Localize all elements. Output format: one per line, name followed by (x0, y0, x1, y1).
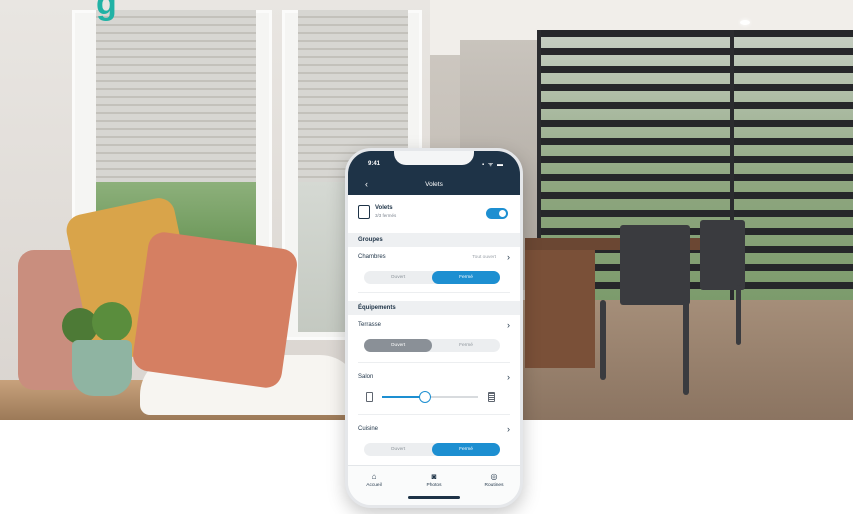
device-card-terrasse[interactable]: Terrasse › Ouvert Fermé (358, 319, 510, 363)
devices-heading: Équipements (348, 301, 520, 315)
tab-label: Routines (484, 483, 504, 488)
bottom-tab-bar: ⌂ Accueil ◙ Photos ◎ Routines (348, 465, 520, 505)
routines-icon: ◎ (490, 472, 498, 481)
tab-routines[interactable]: ◎ Routines (474, 472, 514, 488)
open-option[interactable]: Ouvert (364, 443, 432, 456)
device-name: Cuisine (358, 426, 379, 432)
shutter-position-slider[interactable] (366, 391, 496, 403)
shutters-master-toggle[interactable] (486, 208, 508, 219)
shutter-closed-icon (488, 392, 495, 402)
open-close-segment: Ouvert Fermé (364, 339, 500, 352)
table-leg (525, 250, 595, 368)
chevron-right-icon[interactable]: › (507, 372, 510, 382)
tab-accueil[interactable]: ⌂ Accueil (354, 472, 394, 488)
open-close-segment: Ouvert Fermé (364, 271, 500, 284)
tab-label: Accueil (366, 483, 382, 488)
chevron-right-icon[interactable]: › (507, 320, 510, 330)
status-time: 9:41 (368, 161, 381, 167)
home-indicator (408, 496, 460, 499)
groups-heading: Groupes (348, 233, 520, 247)
tab-label: Photos (426, 483, 442, 488)
shutters-name: Volets (375, 205, 393, 211)
group-name: Chambres (358, 254, 386, 260)
slider-knob[interactable] (419, 391, 432, 403)
open-option[interactable]: Ouvert (364, 271, 432, 284)
close-option[interactable]: Fermé (432, 443, 500, 456)
shutter-open-icon (366, 392, 373, 402)
device-name: Salon (358, 374, 374, 380)
marketing-scene: g 9:41 ▪︎ ᯤ ▬ ‹ Volets Volets 3/3 fermés… (0, 0, 853, 514)
chair (700, 220, 745, 290)
close-option[interactable]: Fermé (432, 271, 500, 284)
shutters-summary: 3/3 fermés (375, 213, 397, 218)
device-card-salon[interactable]: Salon › (358, 371, 510, 415)
app-content: Volets 3/3 fermés Groupes Chambres Tout … (348, 195, 520, 465)
group-card-chambres[interactable]: Chambres Tout ouvert › Ouvert Fermé (358, 251, 510, 293)
chair-leg (736, 285, 741, 345)
status-icons: ▪︎ ᯤ ▬ (482, 162, 504, 168)
ceiling-light (740, 20, 750, 25)
open-option[interactable]: Ouvert (364, 339, 432, 352)
group-state: Tout ouvert (472, 255, 496, 260)
chair-leg (683, 300, 689, 395)
camera-icon: ◙ (431, 472, 437, 481)
screen-title: Volets (425, 181, 443, 188)
pillow (130, 230, 300, 390)
chevron-right-icon[interactable]: › (507, 424, 510, 434)
phone-notch (394, 151, 474, 165)
phone-mockup: 9:41 ▪︎ ᯤ ▬ ‹ Volets Volets 3/3 fermés G… (345, 148, 523, 508)
chair-leg (600, 300, 606, 380)
shutter-icon (358, 205, 370, 219)
chevron-right-icon[interactable]: › (507, 252, 510, 262)
close-option[interactable]: Fermé (432, 339, 500, 352)
chair (620, 225, 690, 305)
tab-photos[interactable]: ◙ Photos (414, 472, 454, 488)
home-icon: ⌂ (371, 472, 377, 481)
plant-pot (72, 340, 132, 396)
open-close-segment: Ouvert Fermé (364, 443, 500, 456)
device-card-cuisine[interactable]: Cuisine › Ouvert Fermé (358, 423, 510, 465)
plant (92, 302, 132, 342)
brand-logo-fragment: g (96, 0, 117, 22)
shutters-master-row: Volets 3/3 fermés (358, 203, 510, 225)
device-name: Terrasse (358, 322, 382, 328)
app-header: 9:41 ▪︎ ᯤ ▬ ‹ Volets (348, 151, 520, 195)
roller-shutter-left (96, 10, 256, 182)
